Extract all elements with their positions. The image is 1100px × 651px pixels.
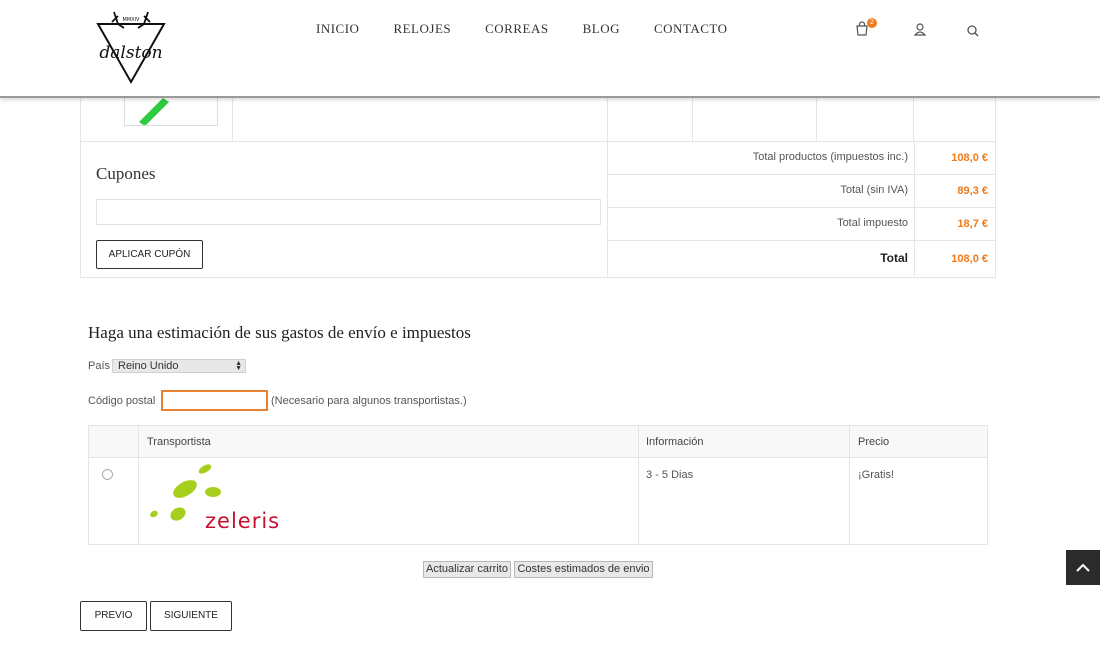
total-products-value: 108,0 € [914,142,996,174]
country-select[interactable]: Reino Unido ▲ ▼ [112,359,246,373]
coupon-section: Cupones APLICAR CUPÓN [81,142,608,277]
cart-summary: Cupones APLICAR CUPÓN Total productos (i… [80,141,996,278]
zip-label: Código postal [88,395,156,407]
scroll-to-top-button[interactable] [1066,550,1100,585]
total-row: Total productos (impuestos inc.) 108,0 € [608,142,996,175]
previous-button[interactable]: PREVIO [80,601,147,631]
site-header: MMXIV dalston INICIO RELOJES CORREAS BLO… [0,0,1100,98]
header-carrier: Transportista [147,436,211,448]
nav-contacto[interactable]: CONTACTO [654,21,728,37]
zip-note: (Necesario para algunos transportistas.) [271,395,467,407]
product-thumbnail[interactable] [124,98,218,126]
main-nav: INICIO RELOJES CORREAS BLOG CONTACTO [316,21,761,37]
shipping-estimate-title: Haga una estimación de sus gastos de env… [88,323,471,342]
select-arrows-icon: ▲ ▼ [235,360,242,372]
total-tax-label: Total impuesto [837,217,908,229]
divider [607,98,608,142]
total-no-vat-value: 89,3 € [914,175,996,207]
divider [816,98,817,142]
next-button[interactable]: SIGUIENTE [150,601,232,631]
user-icon[interactable] [911,20,929,38]
zeleris-logo-text: zeleris [205,509,280,533]
header-info: Información [646,436,704,448]
coupon-title: Cupones [96,164,156,183]
total-products-label: Total productos (impuestos inc.) [752,151,908,163]
carrier-radio[interactable] [102,469,113,480]
logo-brand: dalston [99,43,162,63]
carrier-price: ¡Gratis! [858,469,895,481]
logo-mark: MMXIV [123,17,141,23]
total-no-vat-label: Total (sin IVA) [840,184,908,196]
divider [849,426,850,544]
nav-relojes[interactable]: RELOJES [393,21,451,37]
header-price: Precio [858,436,890,448]
carrier-info: 3 - 5 Dias [646,469,694,481]
estimate-shipping-button[interactable]: Costes estimados de envio [514,561,653,578]
divider [232,98,233,142]
zip-input[interactable] [161,390,268,411]
carrier-table: Transportista Información Precio zeleris… [88,425,988,545]
divider [138,426,139,544]
divider [692,98,693,142]
total-tax-value: 18,7 € [914,208,996,240]
carrier-table-header: Transportista Información Precio [89,426,987,458]
grand-total-label: Total [880,251,908,265]
nav-blog[interactable]: BLOG [583,21,620,37]
grand-total-row: Total 108,0 € [608,241,996,276]
search-icon[interactable] [964,22,982,40]
totals-table: Total productos (impuestos inc.) 108,0 €… [608,142,996,276]
grand-total-value: 108,0 € [914,241,996,276]
cart-count-badge: 2 [867,18,877,28]
total-row: Total (sin IVA) 89,3 € [608,175,996,208]
nav-inicio[interactable]: INICIO [316,21,359,37]
country-label: País [88,360,111,372]
update-cart-button[interactable]: Actualizar carrito [423,561,511,578]
total-row: Total impuesto 18,7 € [608,208,996,241]
coupon-input[interactable] [96,199,601,225]
dalston-logo[interactable]: MMXIV dalston [94,6,168,86]
country-select-value: Reino Unido [118,360,179,372]
cart-product-row [80,98,996,142]
nav-correas[interactable]: CORREAS [485,21,548,37]
apply-coupon-button[interactable]: APLICAR CUPÓN [96,240,203,269]
chevron-up-icon [1076,563,1090,572]
zeleris-logo: zeleris [145,464,325,534]
divider [913,98,914,142]
divider [638,426,639,544]
